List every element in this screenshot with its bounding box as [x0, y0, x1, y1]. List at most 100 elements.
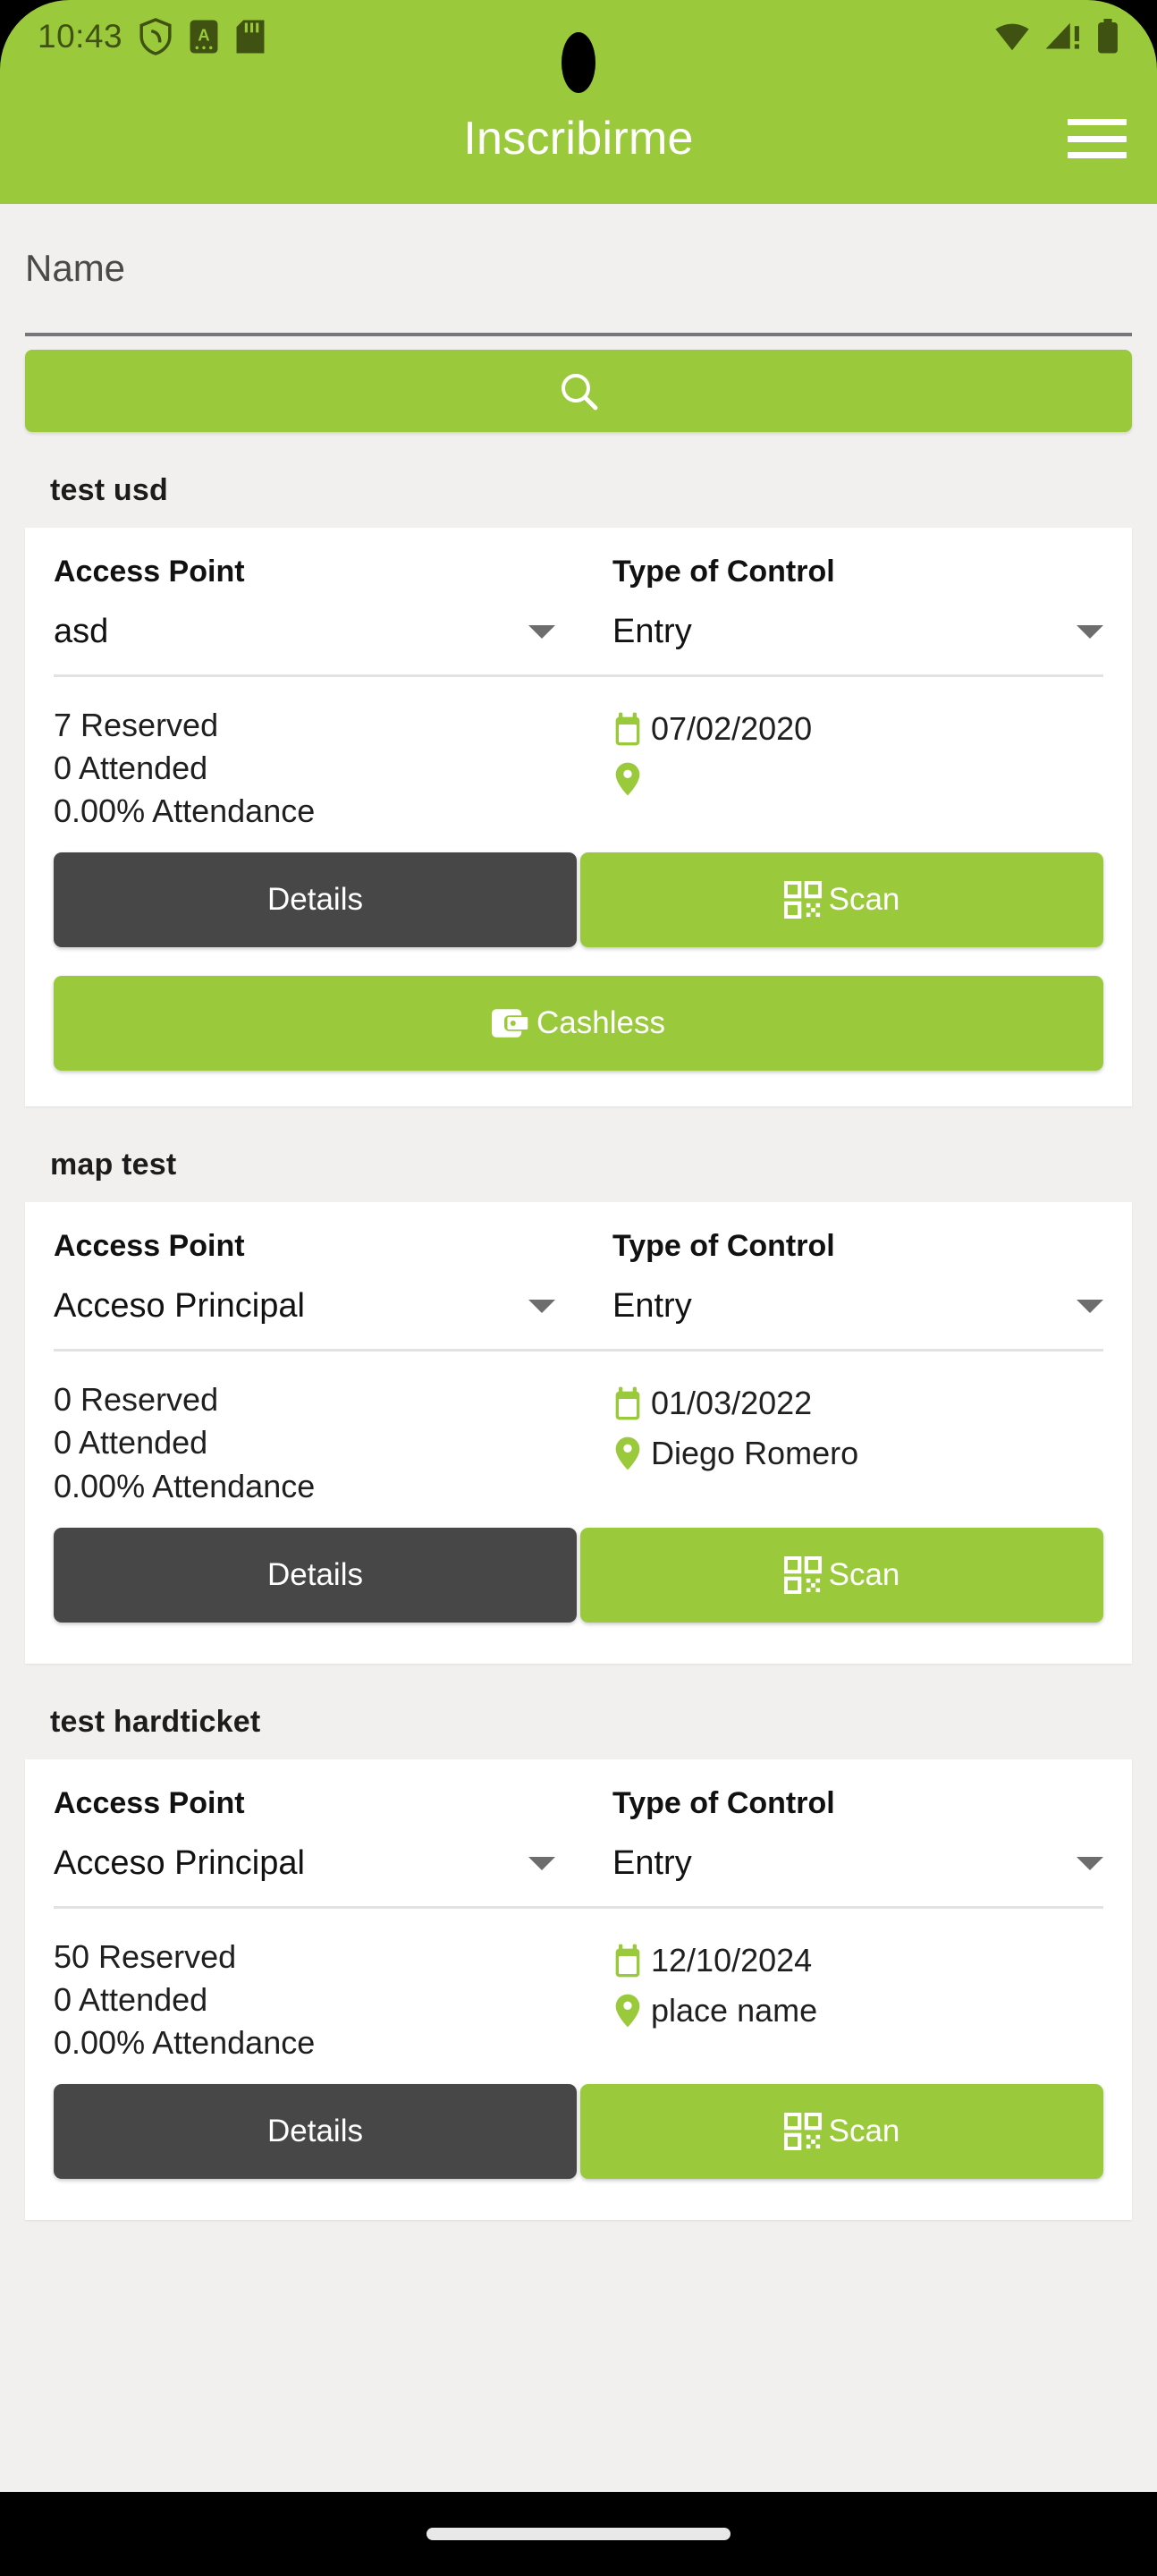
- card-selects-row: Acceso Principal Entry: [54, 1287, 1103, 1352]
- shield-icon: [139, 18, 172, 55]
- attendance-stats: 0 Reserved 0 Attended 0.00% Attendance: [54, 1378, 578, 1507]
- hamburger-bar-3: [1068, 152, 1127, 158]
- status-bar-left: 10:43 A: [38, 18, 266, 55]
- event-title: test usd: [50, 473, 168, 507]
- hamburger-bar-1: [1068, 119, 1127, 125]
- event-place-row: Diego Romero: [612, 1428, 1103, 1479]
- reserved-count: 0 Reserved: [54, 1381, 219, 1419]
- search-button[interactable]: [25, 350, 1132, 432]
- scan-button-label: Scan: [828, 882, 900, 918]
- card-column-headers: Access Point Type of Control: [54, 1786, 1103, 1844]
- card-column-headers: Access Point Type of Control: [54, 1229, 1103, 1287]
- type-of-control-select[interactable]: Entry: [578, 613, 1103, 651]
- event-block: map test Access Point Type of Control Ac…: [0, 1148, 1157, 1664]
- calendar-icon: [615, 1386, 640, 1420]
- search-icon: [562, 374, 598, 411]
- chevron-down-icon: [528, 1856, 555, 1870]
- home-indicator-pill[interactable]: [426, 2528, 731, 2540]
- type-of-control-select[interactable]: Entry: [578, 1844, 1103, 1883]
- card-stats-row: 7 Reserved 0 Attended 0.00% Attendance 0…: [54, 677, 1103, 852]
- event-date: 01/03/2022: [651, 1385, 813, 1422]
- search-input[interactable]: [25, 247, 1132, 290]
- card-stats-row: 0 Reserved 0 Attended 0.00% Attendance 0…: [54, 1352, 1103, 1527]
- camera-punch-hole: [562, 32, 595, 93]
- type-of-control-label: Type of Control: [612, 1785, 835, 1820]
- details-button[interactable]: Details: [54, 852, 577, 948]
- access-point-select[interactable]: Acceso Principal: [54, 1287, 578, 1326]
- reserved-count: 7 Reserved: [54, 707, 219, 743]
- type-of-control-value: Entry: [612, 613, 692, 650]
- location-pin-icon: [615, 1436, 640, 1470]
- card-actions-row: Details Scan: [54, 2083, 1103, 2188]
- access-point-label: Access Point: [54, 1785, 245, 1820]
- type-of-control-label: Type of Control: [612, 1229, 835, 1264]
- cashless-button-label: Cashless: [536, 1005, 665, 1041]
- details-button-label: Details: [267, 1556, 363, 1592]
- scan-button-label: Scan: [828, 1556, 900, 1592]
- card-selects-row: asd Entry: [54, 613, 1103, 677]
- access-point-select[interactable]: Acceso Principal: [54, 1844, 578, 1883]
- page-title: Inscribirme: [463, 113, 694, 165]
- details-button[interactable]: Details: [54, 1527, 577, 1623]
- access-point-value: Acceso Principal: [54, 1843, 305, 1882]
- event-block: test hardticket Access Point Type of Con…: [0, 1705, 1157, 2220]
- qr-code-icon: [783, 881, 822, 919]
- status-bar-right: [992, 19, 1119, 55]
- type-of-control-select[interactable]: Entry: [578, 1287, 1103, 1326]
- event-date-row: 01/03/2022: [612, 1378, 1103, 1428]
- event-title: map test: [50, 1148, 177, 1182]
- card-selects-row: Acceso Principal Entry: [54, 1844, 1103, 1909]
- qr-code-icon: [783, 1555, 822, 1594]
- event-meta: 01/03/2022 Diego Romero: [578, 1378, 1103, 1507]
- hamburger-bar-2: [1068, 135, 1127, 142]
- system-navigation-bar: [0, 2492, 1157, 2576]
- cashless-button[interactable]: Cashless: [54, 976, 1103, 1072]
- access-point-select[interactable]: asd: [54, 613, 578, 651]
- event-place-row: [612, 754, 1103, 804]
- card-stats-row: 50 Reserved 0 Attended 0.00% Attendance: [54, 1909, 1103, 2084]
- status-bar-clock: 10:43: [38, 18, 123, 55]
- access-point-label: Access Point: [54, 555, 245, 589]
- attended-count: 0 Attended: [54, 1980, 208, 2018]
- calendar-icon: [615, 712, 640, 746]
- qr-code-icon: [783, 2112, 822, 2150]
- chevron-down-icon: [1077, 1300, 1103, 1314]
- access-point-value: Acceso Principal: [54, 1287, 305, 1326]
- event-card: Access Point Type of Control asd Entry 7…: [25, 528, 1132, 1107]
- details-button-label: Details: [267, 2113, 363, 2148]
- attended-count: 0 Attended: [54, 750, 208, 787]
- attended-count: 0 Attended: [54, 1424, 208, 1462]
- content-scroll-area[interactable]: test usd Access Point Type of Control as…: [0, 204, 1157, 2492]
- scan-button[interactable]: Scan: [580, 1527, 1103, 1623]
- name-field-wrapper: [25, 204, 1132, 336]
- scan-button[interactable]: Scan: [580, 2083, 1103, 2179]
- attendance-stats: 50 Reserved 0 Attended 0.00% Attendance: [54, 1936, 578, 2064]
- hamburger-menu-icon[interactable]: [1068, 115, 1127, 162]
- event-date: 12/10/2024: [651, 1941, 813, 1979]
- event-meta: 12/10/2024 place name: [578, 1936, 1103, 2064]
- card-column-headers: Access Point Type of Control: [54, 555, 1103, 613]
- access-point-label: Access Point: [54, 1229, 245, 1264]
- event-meta: 07/02/2020: [578, 704, 1103, 833]
- details-button-label: Details: [267, 882, 363, 918]
- type-of-control-label: Type of Control: [612, 555, 835, 589]
- event-date-row: 07/02/2020: [612, 704, 1103, 754]
- a-badge-icon: A: [190, 20, 218, 54]
- attendance-stats: 7 Reserved 0 Attended 0.00% Attendance: [54, 704, 578, 833]
- details-button[interactable]: Details: [54, 2083, 577, 2179]
- chevron-down-icon: [1077, 625, 1103, 639]
- event-card: Access Point Type of Control Acceso Prin…: [25, 1202, 1132, 1664]
- card-cashless-row: Cashless: [54, 956, 1103, 1106]
- sd-card-icon: [236, 20, 265, 54]
- access-point-value: asd: [54, 613, 109, 650]
- chevron-down-icon: [1077, 1856, 1103, 1870]
- scan-button-label: Scan: [828, 2113, 900, 2148]
- location-pin-icon: [615, 1994, 640, 2027]
- event-title: test hardticket: [50, 1704, 261, 1739]
- chevron-down-icon: [528, 1300, 555, 1314]
- wallet-icon: [492, 1009, 528, 1038]
- event-date-row: 12/10/2024: [612, 1936, 1103, 1986]
- scan-button[interactable]: Scan: [580, 852, 1103, 948]
- event-block: test usd Access Point Type of Control as…: [0, 473, 1157, 1107]
- type-of-control-value: Entry: [612, 1843, 692, 1882]
